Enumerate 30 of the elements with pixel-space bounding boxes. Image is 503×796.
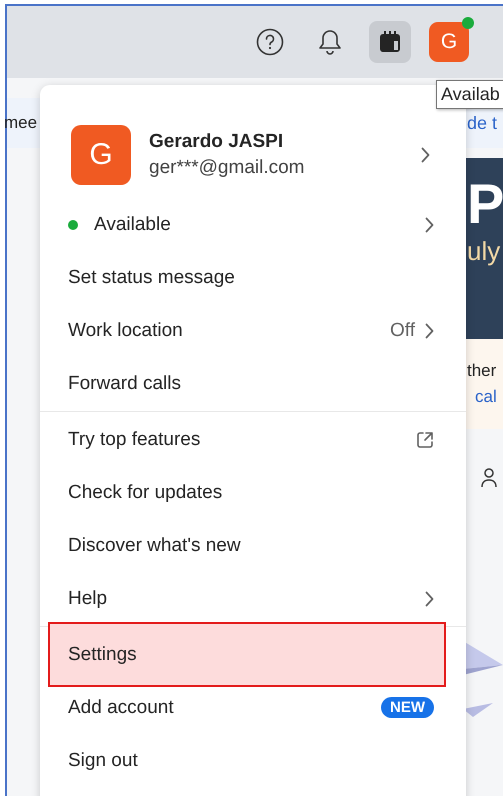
item-value: Off (390, 320, 415, 342)
chevron-icon (421, 147, 430, 163)
menu-item[interactable]: Settings (50, 624, 444, 685)
banner-title: P (466, 174, 503, 234)
help-icon (256, 28, 284, 56)
bell-icon (317, 28, 343, 56)
chevron-icon (425, 216, 434, 232)
menu-item[interactable]: Discover what's new (40, 519, 466, 572)
menu-item[interactable]: Check for updates (40, 466, 466, 519)
notice-text: ther (467, 361, 498, 381)
new-badge: NEW (381, 697, 434, 718)
notice-link[interactable]: cal (467, 387, 503, 407)
calendar-icon (378, 30, 402, 54)
menu-item[interactable]: Help (40, 572, 466, 625)
chevron-icon (425, 322, 434, 338)
menu-item[interactable]: Try top features (40, 413, 466, 466)
menu-item[interactable]: Sign out (40, 734, 466, 787)
menu-item[interactable]: Set status message (40, 251, 466, 304)
external-link-icon (416, 430, 434, 448)
profile-email: ger***@gmail.com (149, 157, 306, 179)
profile-name: Gerardo JASPI (149, 131, 284, 153)
menu-item[interactable]: Work location Off (40, 304, 466, 357)
banner-subtitle: uly (466, 235, 502, 268)
profile-header[interactable]: G Gerardo JASPI ger***@gmail.com (40, 117, 466, 197)
menu-item[interactable]: Available (40, 198, 466, 251)
menu-item[interactable]: Forward calls (40, 357, 466, 410)
profile-avatar: G (71, 125, 131, 185)
tooltip: Availab (436, 80, 503, 109)
chevron-icon (425, 590, 434, 606)
toolbar-button[interactable] (369, 21, 411, 63)
